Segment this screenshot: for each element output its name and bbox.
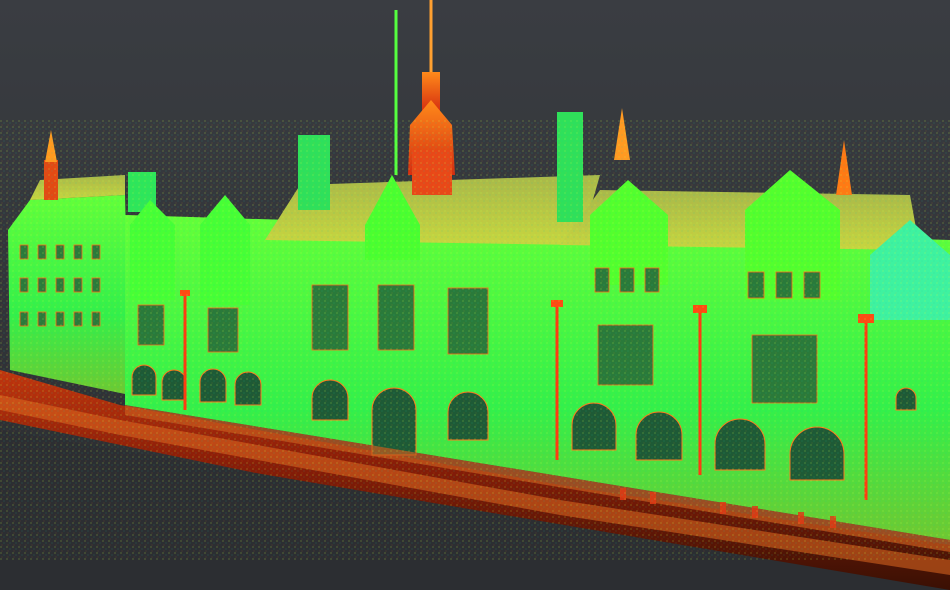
- point-cloud-viewport[interactable]: [0, 0, 950, 590]
- scan-render: [0, 0, 950, 590]
